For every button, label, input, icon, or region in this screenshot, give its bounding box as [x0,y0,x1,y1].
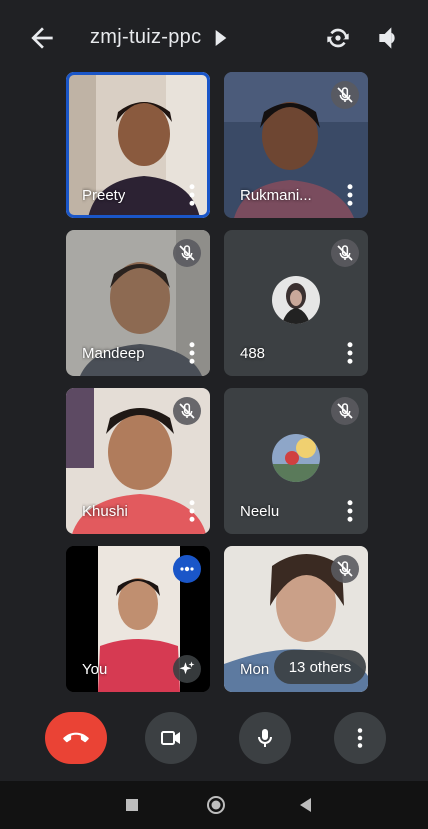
participant-name: Mandeep [82,345,145,362]
recents-square-icon[interactable] [122,795,142,815]
mic-off-icon [179,403,195,419]
back-triangle-icon[interactable] [296,795,316,815]
microphone-icon [258,729,272,747]
switch-camera-icon[interactable] [322,22,354,54]
participant-name: Preety [82,187,126,204]
mic-off-icon [337,403,353,419]
effects-button[interactable] [173,655,201,683]
more-options-button[interactable] [334,712,386,764]
top-bar: zmj-tuiz-ppc [0,0,428,74]
caret-right-icon[interactable] [214,30,228,46]
participant-tile-you[interactable]: You [66,546,210,692]
mic-off-icon [179,245,195,261]
mic-off-icon [337,245,353,261]
mic-off-indicator [331,555,359,583]
camera-button[interactable] [145,712,197,764]
mic-off-indicator [331,397,359,425]
participant-name: 488 [240,345,266,362]
more-options-icon[interactable] [344,342,356,364]
more-options-icon [357,728,363,748]
participant-tile-488[interactable]: 488 [224,230,368,376]
participant-name: Rukmani... [240,187,312,204]
mic-off-icon [337,87,353,103]
participant-name: You [82,661,108,678]
microphone-button[interactable] [239,712,291,764]
participant-name: Khushi [82,503,128,520]
more-options-icon[interactable] [344,184,356,206]
more-options-icon[interactable] [344,500,356,522]
avatar [272,434,320,482]
more-options-icon[interactable] [186,184,198,206]
mic-off-indicator [173,397,201,425]
participant-name: Neelu [240,503,280,520]
more-options-icon[interactable] [186,342,198,364]
mic-off-indicator [331,239,359,267]
audio-level-icon [180,566,194,572]
home-circle-icon[interactable] [206,795,226,815]
participant-tile-neelu[interactable]: Neelu [224,388,368,534]
participant-tile-rukmani[interactable]: Rukmani... [224,72,368,218]
others-count-button[interactable]: 13 others [274,650,366,684]
more-options-icon[interactable] [186,500,198,522]
system-navigation-bar [0,781,428,829]
end-call-button[interactable] [45,712,107,764]
camera-icon [161,731,180,745]
mic-off-indicator [331,81,359,109]
avatar [272,276,320,324]
participant-name: Mon [240,661,270,678]
mic-off-icon [337,561,353,577]
participant-tile-khushi[interactable]: Khushi [66,388,210,534]
meeting-code[interactable]: zmj-tuiz-ppc [90,26,201,49]
participant-tile-preety[interactable]: Preety [66,72,210,218]
volume-icon[interactable] [374,22,406,54]
participant-tile-mandeep[interactable]: Mandeep [66,230,210,376]
sparkle-icon [179,661,195,675]
mic-off-indicator [173,239,201,267]
call-controls [0,712,428,768]
arrow-back-icon[interactable] [26,22,58,54]
end-call-icon [63,732,89,743]
speaking-indicator [173,555,201,583]
